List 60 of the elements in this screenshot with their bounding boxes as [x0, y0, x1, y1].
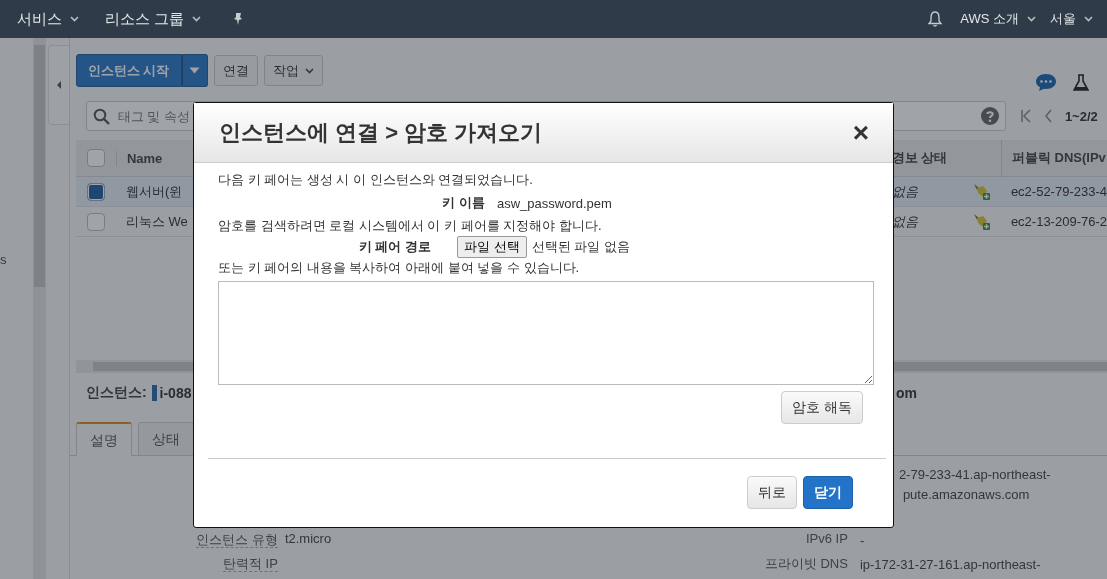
instance-label: 인스턴스:: [85, 384, 147, 403]
field-value: -: [859, 532, 866, 550]
back-button[interactable]: 뒤로: [747, 476, 797, 509]
decrypt-button[interactable]: 암호 해독: [781, 391, 863, 424]
status-marker: [151, 385, 157, 402]
dialog-text: 다음 키 페어는 생성 시 이 인스턴스와 연결되었습니다.: [218, 171, 534, 189]
close-button[interactable]: 닫기: [803, 476, 853, 509]
field-value: pute.amazonaws.com: [901, 486, 1031, 504]
dropdown-button[interactable]: 작업: [263, 55, 323, 86]
toolbar-button[interactable]: 연결: [213, 55, 258, 86]
tab[interactable]: 설명: [75, 422, 132, 456]
checkbox[interactable]: [86, 212, 105, 231]
field-label: IPv6 IP: [805, 531, 848, 546]
table-cell-text: 없음: [890, 212, 918, 231]
table-cell-text: ec2-52-79-233-4: [1009, 184, 1107, 199]
field-label: 인스턴스 유형: [196, 532, 278, 548]
table-cell-text: 리눅스 We: [124, 212, 188, 231]
page-range: 1~2/2: [1064, 108, 1098, 124]
dropdown-button[interactable]: [181, 54, 208, 87]
instance-id: i-088: [159, 385, 192, 402]
plug-icon[interactable]: [972, 182, 991, 201]
column-header[interactable]: Name: [115, 150, 163, 166]
plug-icon[interactable]: [972, 212, 991, 231]
nav-menu[interactable]: AWS 소개: [960, 10, 1036, 28]
key-text-area[interactable]: [218, 281, 874, 385]
search-icon: [92, 107, 110, 125]
nav-menu[interactable]: 리소스 그룹: [105, 9, 202, 29]
table-cell-text: 웹서버(윈: [124, 182, 183, 201]
checkbox[interactable]: [86, 182, 105, 201]
field-label: 키 이름: [441, 194, 486, 212]
tab[interactable]: 상태: [137, 422, 194, 456]
dialog-title: 인스턴스에 연결 > 암호 가져오기: [219, 118, 543, 147]
dialog-text: 또는 키 페어의 내용을 복사하여 아래에 붙여 넣을 수 있습니다.: [218, 259, 581, 277]
dialog-text: 암호를 검색하려면 로컬 시스템에서 이 키 페어를 지정해야 합니다.: [218, 217, 603, 235]
nav-menu[interactable]: 서울: [1050, 10, 1093, 28]
field-value: ip-172-31-27-161.ap-northeast-: [859, 556, 1042, 574]
nav-menu[interactable]: 서비스: [17, 9, 79, 29]
close-button[interactable]: ×: [852, 118, 869, 147]
field-label: 프라이빗 DNS: [764, 556, 848, 571]
checkbox[interactable]: [86, 149, 105, 167]
launch-button[interactable]: 인스턴스 시작: [75, 54, 182, 87]
table-cell-text: ec2-13-209-76-2: [1009, 214, 1107, 229]
field-value: t2.micro: [284, 531, 332, 546]
help-icon[interactable]: [980, 107, 999, 125]
bell-icon[interactable]: [927, 10, 944, 28]
nav-text[interactable]: s: [0, 252, 7, 267]
first-page-icon[interactable]: [1019, 109, 1032, 123]
field-label: 키 페어 경로: [357, 238, 432, 256]
field-label: 탄력적 IP: [222, 556, 278, 572]
file-select-button[interactable]: 파일 선택: [457, 236, 527, 258]
flask-icon[interactable]: [1073, 73, 1089, 92]
field-value: asw_password.pem: [496, 195, 612, 211]
chat-icon[interactable]: [1035, 73, 1057, 92]
field-value: 2-79-233-41.ap-northeast-: [897, 466, 1052, 484]
file-status: 선택된 파일 없음: [531, 238, 630, 256]
previous-page-icon[interactable]: [1043, 109, 1053, 123]
caret-icon: [189, 67, 200, 74]
table-cell-text: 없음: [890, 182, 918, 201]
instance-dns: om: [895, 385, 917, 402]
scrollbar[interactable]: [33, 38, 46, 579]
